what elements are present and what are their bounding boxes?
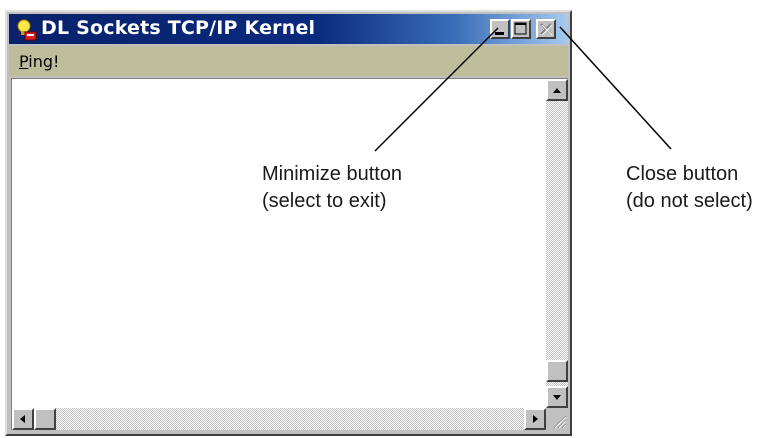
- minimize-annotation: Minimize button (select to exit): [262, 161, 402, 215]
- close-annotation: Close button (do not select): [626, 161, 753, 215]
- minimize-callout-line: [374, 27, 499, 152]
- close-callout-line: [559, 26, 672, 150]
- close-annotation-note: (do not select): [626, 190, 753, 212]
- minimize-annotation-note: (select to exit): [262, 190, 387, 212]
- close-annotation-title: Close button: [626, 163, 739, 185]
- minimize-annotation-title: Minimize button: [262, 163, 403, 185]
- callout-lines: [374, 26, 672, 152]
